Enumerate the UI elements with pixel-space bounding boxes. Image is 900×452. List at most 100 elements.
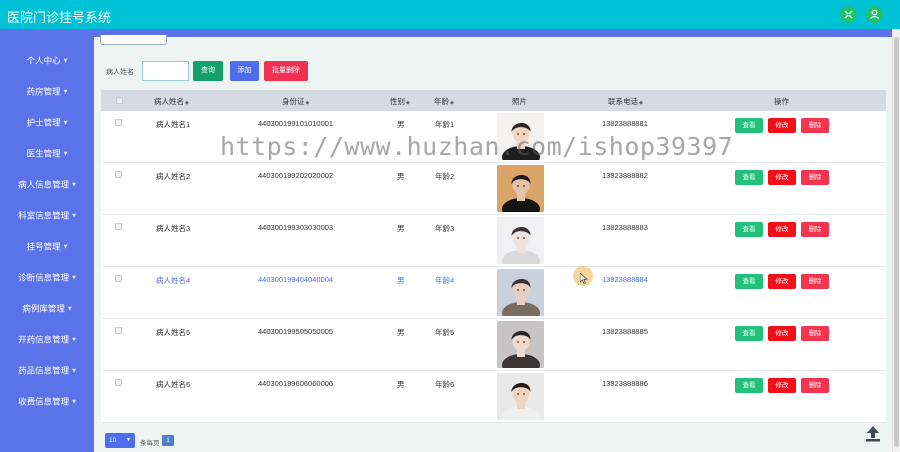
view-button[interactable]: 查看 (735, 326, 763, 341)
patient-table: 病人姓名◆ 身份证◆ 性别◆ 年龄◆ 照片 联系电话◆ 操作 病人姓名1 4403… (101, 90, 886, 423)
page-number-button[interactable]: 1 (162, 435, 174, 446)
select-all-checkbox[interactable] (116, 97, 123, 104)
col-age[interactable]: 年龄◆ (434, 96, 454, 107)
chevron-down-icon: ▼ (63, 151, 68, 157)
sidebar-item[interactable]: 病例库管理 ▼ (0, 299, 94, 319)
edit-button[interactable]: 修改 (768, 274, 796, 289)
sidebar-item-label: 药房管理 (26, 87, 61, 98)
add-button[interactable]: 添加 (230, 61, 259, 81)
delete-button[interactable]: 删除 (801, 118, 829, 133)
edit-button[interactable]: 修改 (768, 326, 796, 341)
row-checkbox[interactable] (115, 223, 122, 230)
sidebar-item[interactable]: 药品信息管理 ▼ (0, 361, 94, 381)
col-gender[interactable]: 性别◆ (390, 96, 410, 107)
id-card-cell: 440300199303030003 (258, 223, 334, 232)
gender-cell: 男 (397, 120, 405, 129)
id-card-cell: 440300199505050005 (258, 327, 334, 336)
edit-button[interactable]: 修改 (768, 378, 796, 393)
sidebar-item[interactable]: 收费信息管理 ▼ (0, 392, 94, 412)
query-button[interactable]: 查询 (193, 61, 223, 81)
phone-cell: 13823888882 (602, 171, 648, 180)
row-checkbox[interactable] (115, 171, 122, 178)
age-cell: 年龄3 (435, 224, 455, 233)
sidebar-item[interactable]: 科室信息管理 ▼ (0, 206, 94, 226)
delete-button[interactable]: 删除 (801, 170, 829, 185)
sidebar-item[interactable]: 诊断信息管理 ▼ (0, 268, 94, 288)
table-row[interactable]: 病人姓名4 440300199404040004 男 年龄4 13823888884 查看… (101, 267, 886, 319)
sidebar-item-label: 护士管理 (26, 118, 61, 129)
per-page-label: 条每页 (140, 440, 160, 447)
table-header: 病人姓名◆ 身份证◆ 性别◆ 年龄◆ 照片 联系电话◆ 操作 (101, 90, 886, 111)
chevron-down-icon: ▼ (72, 368, 76, 374)
sidebar-item[interactable]: 病人信息管理 ▼ (0, 175, 94, 195)
edit-button[interactable]: 修改 (768, 170, 796, 185)
age-cell: 年龄1 (435, 120, 455, 129)
patient-photo (497, 321, 544, 368)
view-button[interactable]: 查看 (735, 222, 763, 237)
row-checkbox[interactable] (115, 379, 122, 386)
view-button[interactable]: 查看 (735, 118, 763, 133)
patient-name-cell: 病人姓名3 (156, 224, 191, 233)
id-card-cell: 440300199606060006 (258, 379, 334, 388)
col-actions: 操作 (774, 97, 789, 106)
patient-name-search-input[interactable] (142, 61, 189, 81)
chevron-down-icon: ▼ (72, 399, 76, 405)
sidebar-item[interactable]: 护士管理 ▼ (0, 113, 94, 133)
table-row[interactable]: 病人姓名3 440300199303030003 男 年龄3 13823888883 查看… (101, 215, 886, 267)
patient-photo (497, 113, 544, 160)
patient-photo (497, 165, 544, 212)
table-row[interactable]: 病人姓名1 440300199101010001 男 年龄1 13823888881 查看… (101, 111, 886, 163)
page-scrollbar[interactable] (892, 29, 900, 452)
sidebar-item[interactable]: 挂号管理 ▼ (0, 237, 94, 257)
col-id-card[interactable]: 身份证◆ (282, 96, 309, 107)
sidebar-item[interactable]: 开药信息管理 ▼ (0, 330, 94, 350)
patient-name-cell: 病人姓名4 (156, 276, 191, 285)
sidebar-item-label: 病例库管理 (22, 304, 65, 315)
app-title: 医院门诊挂号系统 (7, 11, 112, 26)
table-row[interactable]: 病人姓名5 440300199505050005 男 年龄5 13823888885 查看… (101, 319, 886, 371)
chevron-down-icon: ▼ (67, 306, 72, 312)
chevron-down-icon: ▼ (72, 275, 76, 281)
scrollbar-thumb[interactable] (894, 37, 899, 447)
collapsed-button[interactable] (100, 35, 167, 45)
row-checkbox[interactable] (115, 327, 122, 334)
sidebar-item[interactable]: 医生管理 ▼ (0, 144, 94, 164)
row-checkbox[interactable] (115, 119, 122, 126)
edit-button[interactable]: 修改 (768, 118, 796, 133)
back-to-top-icon[interactable] (864, 423, 882, 443)
sidebar-item[interactable]: 个人中心 ▼ (0, 51, 94, 71)
patient-photo (497, 217, 544, 264)
chevron-down-icon: ▼ (63, 244, 68, 250)
chevron-down-icon: ▼ (72, 337, 76, 343)
view-button[interactable]: 查看 (735, 170, 763, 185)
main-content: 病人姓名 查询 添加 批量删除 病人姓名◆ 身份证◆ 性别◆ 年龄◆ 照片 联系… (94, 35, 892, 452)
chevron-down-icon: ▼ (63, 58, 68, 64)
delete-button[interactable]: 删除 (801, 378, 829, 393)
chevron-down-icon: ▼ (63, 89, 68, 95)
gender-cell: 男 (397, 380, 405, 389)
sidebar-item-label: 医生管理 (26, 149, 61, 160)
sidebar-item-label: 挂号管理 (26, 242, 61, 253)
phone-cell: 13823888884 (602, 275, 648, 284)
sidebar-item-label: 个人中心 (26, 56, 61, 67)
delete-button[interactable]: 删除 (801, 326, 829, 341)
age-cell: 年龄4 (435, 276, 455, 285)
chevron-down-icon: ▼ (63, 120, 68, 126)
delete-button[interactable]: 删除 (801, 274, 829, 289)
shrink-icon[interactable] (840, 6, 857, 23)
batch-delete-button[interactable]: 批量删除 (264, 61, 308, 81)
sidebar-item[interactable]: 药房管理 ▼ (0, 82, 94, 102)
col-phone[interactable]: 联系电话◆ (608, 96, 643, 107)
edit-button[interactable]: 修改 (768, 222, 796, 237)
view-button[interactable]: 查看 (735, 274, 763, 289)
row-checkbox[interactable] (115, 275, 122, 282)
delete-button[interactable]: 删除 (801, 222, 829, 237)
view-button[interactable]: 查看 (735, 378, 763, 393)
page-size-select[interactable]: 10 ▼ (105, 433, 135, 448)
col-patient-name[interactable]: 病人姓名◆ (154, 96, 189, 107)
id-card-cell: 440300199202020002 (258, 171, 334, 180)
table-row[interactable]: 病人姓名6 440300199606060006 男 年龄6 13823888886 查看… (101, 371, 886, 423)
user-icon[interactable] (866, 6, 883, 23)
sidebar-item-label: 病人信息管理 (18, 180, 70, 191)
table-row[interactable]: 病人姓名2 440300199202020002 男 年龄2 13823888882 查看… (101, 163, 886, 215)
